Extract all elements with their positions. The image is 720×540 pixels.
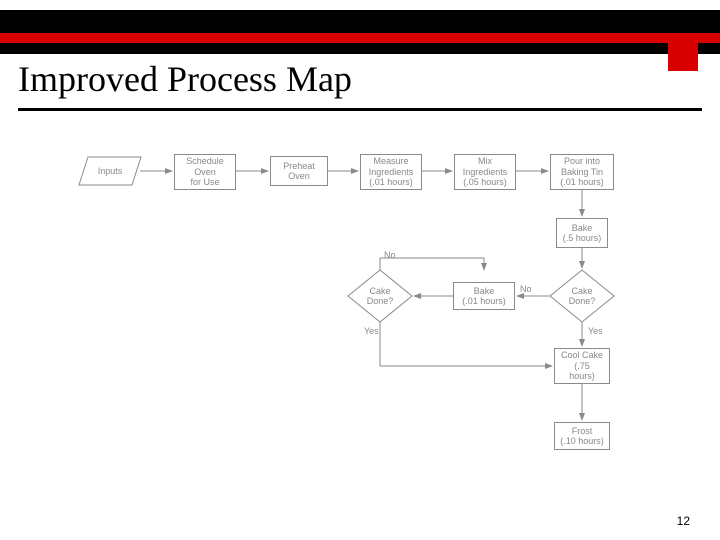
label-no-2: No [384,250,396,260]
header-black-band [0,10,720,54]
label-yes-2: Yes [364,326,379,336]
header-red-square [668,43,698,71]
page-number: 12 [677,514,690,528]
header-red-bar [0,33,720,43]
flowchart: Inputs Schedule Oven for Use Preheat Ove… [78,150,678,510]
title-underline [18,108,702,111]
label-yes-1: Yes [588,326,603,336]
label-no-1: No [520,284,532,294]
page-title: Improved Process Map [18,58,352,100]
